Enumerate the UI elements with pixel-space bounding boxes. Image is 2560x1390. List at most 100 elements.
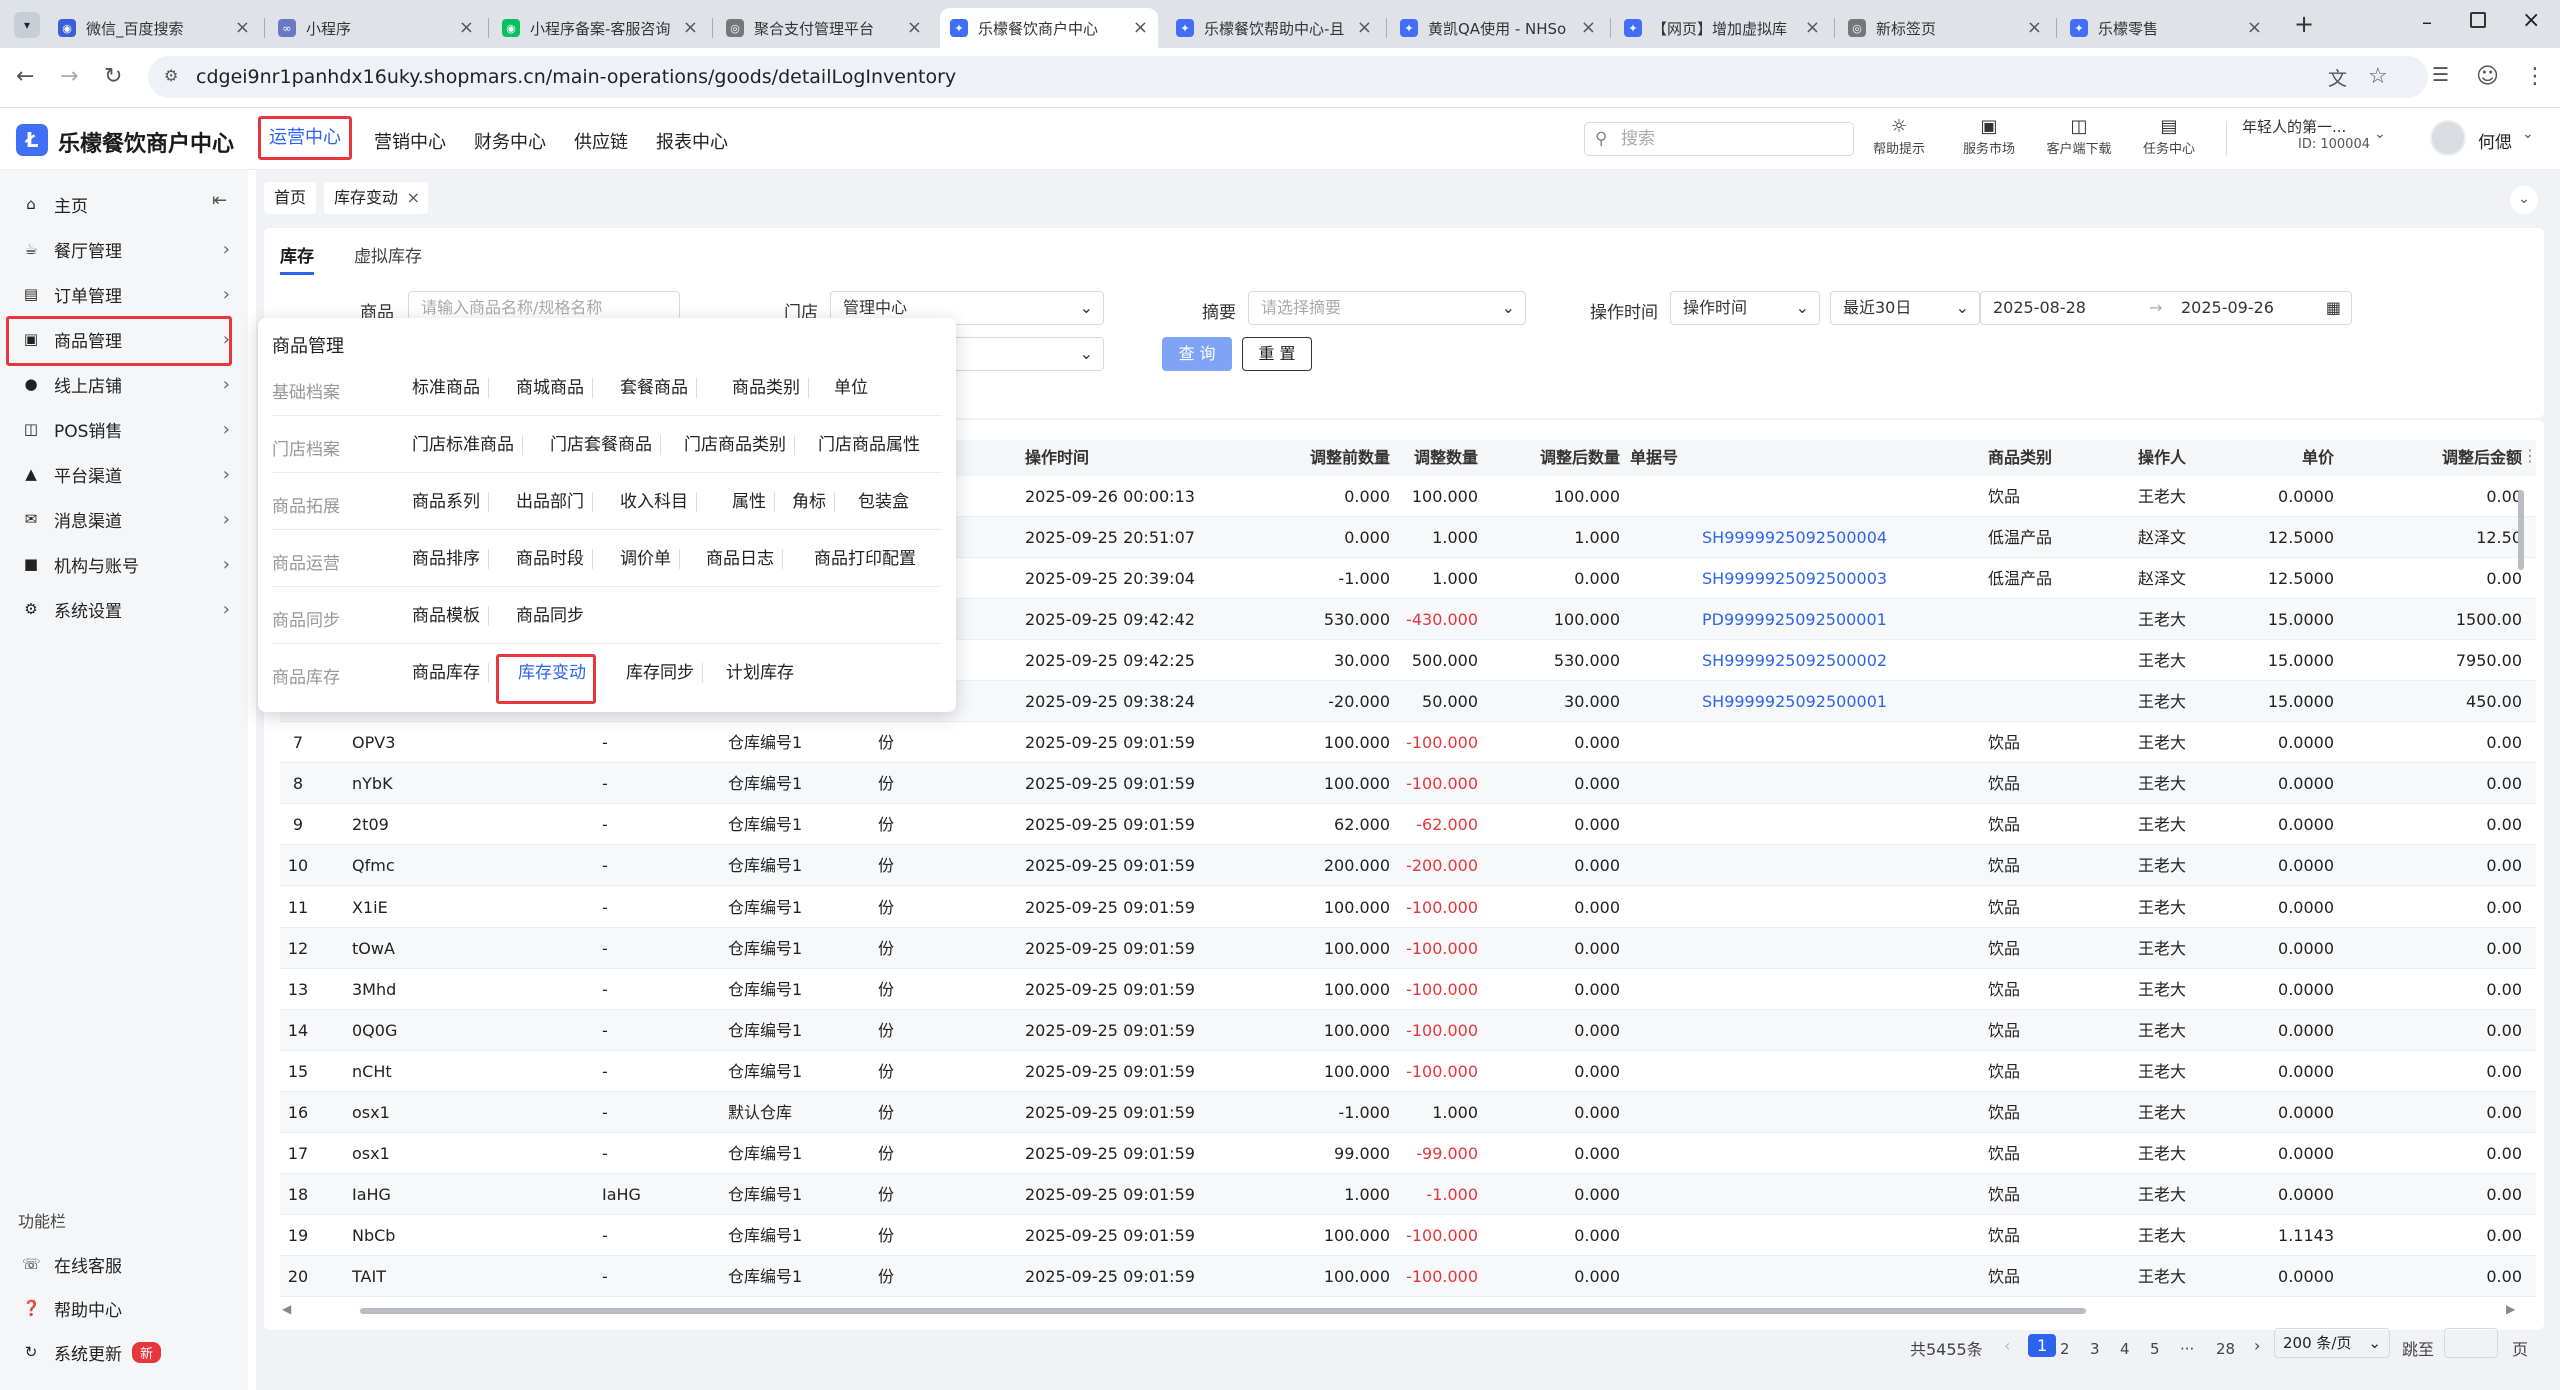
sidebar-item-pos[interactable]: ◫ POS销售 › xyxy=(0,407,248,451)
nav-finance-center[interactable]: 财务中心 xyxy=(474,128,546,154)
page-button[interactable]: ··· xyxy=(2180,1340,2194,1358)
table-row[interactable]: 9 2t09 - 仓库编号1 份 2025-09-25 09:01:59 62.… xyxy=(280,804,2536,846)
query-button[interactable]: 查 询 xyxy=(1162,337,1232,371)
column-header[interactable]: 单据号 xyxy=(1630,440,1678,476)
reload-icon[interactable]: ↻ xyxy=(104,64,122,89)
back-icon[interactable]: ← xyxy=(16,64,34,89)
browser-tab[interactable]: ◉ 微信_百度搜索 × xyxy=(48,8,260,48)
browser-tab[interactable]: ◎ 新标签页 × xyxy=(1838,8,2052,48)
translate-icon[interactable]: 文 xyxy=(2328,64,2347,91)
close-tab-icon[interactable]: × xyxy=(407,182,420,214)
menu-item[interactable]: 收入科目 xyxy=(612,492,697,512)
tabs-collapse-button[interactable]: ⌄ xyxy=(2510,186,2538,214)
sidebar-item-platform[interactable]: ▲ 平台渠道 › xyxy=(0,452,248,496)
menu-item[interactable]: 属性 xyxy=(724,492,775,512)
column-header[interactable]: 调整数量 xyxy=(1388,440,1478,476)
close-tab-icon[interactable]: × xyxy=(459,17,474,38)
page-button[interactable]: 4 xyxy=(2120,1340,2130,1358)
page-button[interactable]: 28 xyxy=(2216,1340,2235,1358)
close-tab-icon[interactable]: × xyxy=(1357,17,1372,38)
menu-item[interactable]: 商品打印配置 xyxy=(806,549,924,569)
next-page-icon[interactable]: › xyxy=(2254,1336,2260,1355)
nav-report-center[interactable]: 报表中心 xyxy=(656,128,728,154)
page-button[interactable]: 1 xyxy=(2028,1334,2057,1357)
sidebar-item-home[interactable]: ⌂ 主页 xyxy=(0,182,248,226)
column-header[interactable]: 调整前数量 xyxy=(1180,440,1390,476)
close-tab-icon[interactable]: × xyxy=(2027,17,2042,38)
column-header[interactable]: 操作时间 xyxy=(1025,440,1089,476)
tab-list-dropdown[interactable]: ▾ xyxy=(14,12,40,38)
table-row[interactable]: 11 X1iE - 仓库编号1 份 2025-09-25 09:01:59 10… xyxy=(280,887,2536,928)
prev-page-icon[interactable]: ‹ xyxy=(2004,1336,2010,1355)
sidebar-item-org-account[interactable]: ■ 机构与账号 › xyxy=(0,542,248,586)
menu-item[interactable]: 商品系列 xyxy=(404,492,489,512)
table-row[interactable]: 17 osx1 - 仓库编号1 份 2025-09-25 09:01:59 99… xyxy=(280,1133,2536,1174)
menu-item[interactable]: 门店商品属性 xyxy=(810,435,928,455)
close-tab-icon[interactable]: × xyxy=(683,17,698,38)
document-number-link[interactable]: SH9999925092500003 xyxy=(1702,558,1887,599)
page-button[interactable]: 3 xyxy=(2090,1340,2100,1358)
sidebar-item-order[interactable]: ▤ 订单管理 › xyxy=(0,272,248,316)
table-row[interactable]: 13 3Mhd - 仓库编号1 份 2025-09-25 09:01:59 10… xyxy=(280,969,2536,1010)
sidebar-item-message[interactable]: ✉ 消息渠道 › xyxy=(0,497,248,541)
range-select[interactable]: 最近30日 ⌄ xyxy=(1830,291,1980,325)
org-switcher[interactable]: 年轻人的第一... ID: 100004 xyxy=(2242,116,2382,152)
scroll-right-icon[interactable]: ▶ xyxy=(2506,1302,2515,1316)
menu-item[interactable]: 套餐商品 xyxy=(612,378,697,398)
sidebar-footer-help-center[interactable]: ❓ 帮助中心 xyxy=(0,1286,248,1330)
table-row[interactable]: 12 tOwA - 仓库编号1 份 2025-09-25 09:01:59 10… xyxy=(280,927,2536,969)
menu-item[interactable]: 门店商品类别 xyxy=(676,435,795,455)
media-control-icon[interactable]: ☰ xyxy=(2432,64,2449,86)
menu-item[interactable]: 单位 xyxy=(826,378,876,398)
page-button[interactable]: 2 xyxy=(2060,1340,2070,1358)
document-number-link[interactable]: SH9999925092500001 xyxy=(1702,681,1887,722)
nav-marketing-center[interactable]: 营销中心 xyxy=(374,128,446,154)
url-field[interactable]: ⚙ cdgei9nr1panhdx16uky.shopmars.cn/main-… xyxy=(148,56,2428,98)
browser-tab[interactable]: ◉ 小程序备案-客服咨询 × xyxy=(492,8,708,48)
new-tab-button[interactable]: + xyxy=(2294,10,2314,38)
menu-item[interactable]: 调价单 xyxy=(612,549,680,569)
global-search-input[interactable]: ⚲ 搜索 xyxy=(1584,122,1854,156)
vertical-scrollbar[interactable] xyxy=(2518,490,2524,570)
table-row[interactable]: 8 nYbK - 仓库编号1 份 2025-09-25 09:01:59 100… xyxy=(280,763,2536,805)
menu-item[interactable]: 商品同步 xyxy=(508,606,592,626)
bookmark-star-icon[interactable]: ☆ xyxy=(2368,64,2388,89)
browser-tab[interactable]: ✦ 乐檬餐饮帮助中心-且 × xyxy=(1166,8,1382,48)
nav-supply-chain[interactable]: 供应链 xyxy=(574,128,628,154)
close-tab-icon[interactable]: × xyxy=(235,17,250,38)
browser-tab[interactable]: ∞ 小程序 × xyxy=(268,8,484,48)
page-size-select[interactable]: 200 条/页 ⌄ xyxy=(2274,1328,2390,1358)
column-header[interactable]: 调整后数量 xyxy=(1508,440,1620,476)
browser-tab[interactable]: ✦ 【网页】增加虚拟库 × xyxy=(1614,8,1830,48)
page-button[interactable]: 5 xyxy=(2150,1340,2160,1358)
avatar[interactable] xyxy=(2430,120,2466,156)
column-header[interactable]: 单价 xyxy=(2240,440,2334,476)
client-download-button[interactable]: ◫ 客户端下载 xyxy=(2034,116,2124,157)
close-window-button[interactable]: × xyxy=(2522,8,2540,33)
site-info-icon[interactable]: ⚙ xyxy=(164,66,178,85)
browser-tab[interactable]: ✦ 黄凯QA使用 - NHSo × xyxy=(1390,8,1606,48)
sidebar-footer-online-service[interactable]: ☏ 在线客服 xyxy=(0,1242,248,1286)
maximize-button[interactable] xyxy=(2470,12,2486,28)
menu-item[interactable]: 出品部门 xyxy=(508,492,593,512)
table-row[interactable]: 14 0Q0G - 仓库编号1 份 2025-09-25 09:01:59 10… xyxy=(280,1009,2536,1051)
table-row[interactable]: 7 OPV3 - 仓库编号1 份 2025-09-25 09:01:59 100… xyxy=(280,722,2536,764)
close-tab-icon[interactable]: × xyxy=(1581,17,1596,38)
menu-item[interactable]: 标准商品 xyxy=(404,378,489,398)
browser-tab[interactable]: ◎ 聚合支付管理平台 × xyxy=(716,8,932,48)
document-number-link[interactable]: SH9999925092500004 xyxy=(1702,517,1887,558)
column-header[interactable]: 调整后金额 xyxy=(2370,440,2522,476)
table-row[interactable]: 15 nCHt - 仓库编号1 份 2025-09-25 09:01:59 10… xyxy=(280,1051,2536,1092)
menu-item[interactable]: 库存同步 xyxy=(618,663,703,683)
menu-item[interactable]: 商品排序 xyxy=(404,549,489,569)
minimize-button[interactable]: – xyxy=(2422,10,2432,34)
column-header[interactable]: 商品类别 xyxy=(1988,440,2052,476)
nav-operations-center[interactable]: 运营中心 xyxy=(258,116,352,160)
menu-item[interactable]: 门店标准商品 xyxy=(404,435,523,455)
task-center-button[interactable]: ▤ 任务中心 xyxy=(2124,116,2214,157)
tab-virtual-inventory[interactable]: 虚拟库存 xyxy=(354,242,422,267)
table-row[interactable]: 10 Qfmc - 仓库编号1 份 2025-09-25 09:01:59 20… xyxy=(280,845,2536,887)
column-settings-icon[interactable]: ⋮ xyxy=(2522,446,2538,465)
sidebar-footer-system-update[interactable]: ↻ 系统更新新 xyxy=(0,1330,248,1374)
browser-menu-icon[interactable]: ⋮ xyxy=(2524,64,2546,89)
